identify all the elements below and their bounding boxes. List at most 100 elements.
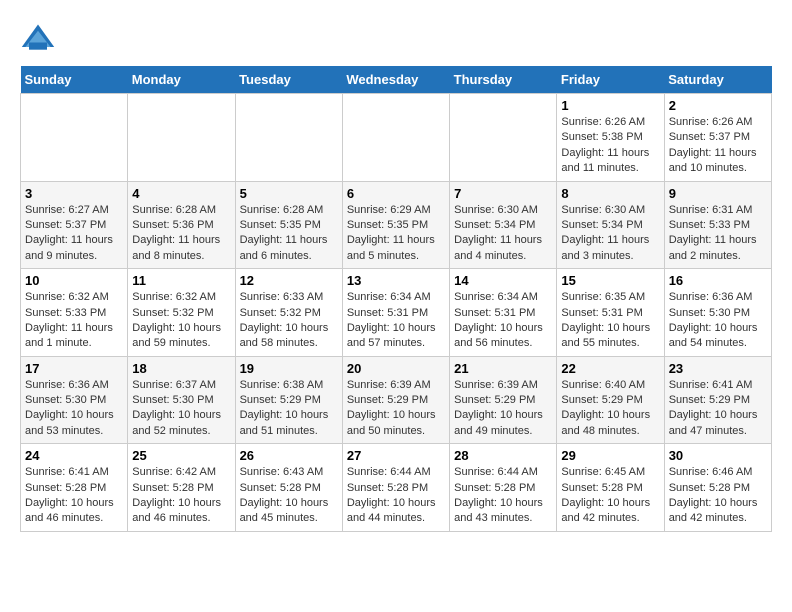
calendar-cell: 1 Sunrise: 6:26 AM Sunset: 5:38 PM Daylig… xyxy=(557,94,664,182)
day-info: Sunrise: 6:28 AM Sunset: 5:36 PM Dayligh… xyxy=(132,203,230,265)
day-info: Sunrise: 6:26 AM Sunset: 5:38 PM Dayligh… xyxy=(561,115,659,177)
day-number: 11 xyxy=(132,273,230,288)
calendar-cell: 29Sunrise: 6:45 AM Sunset: 5:28 PM Dayli… xyxy=(557,444,664,532)
calendar-cell: 5 Sunrise: 6:28 AM Sunset: 5:35 PM Daylig… xyxy=(235,181,342,269)
day-info: Sunrise: 6:37 AM Sunset: 5:30 PM Dayligh… xyxy=(132,378,230,440)
calendar-cell: 6Sunrise: 6:29 AM Sunset: 5:35 PM Daylig… xyxy=(342,181,449,269)
weekday-header-saturday: Saturday xyxy=(664,66,771,94)
day-info: Sunrise: 6:28 AM Sunset: 5:35 PM Dayligh… xyxy=(240,203,338,265)
calendar-cell: 20 Sunrise: 6:39 AM Sunset: 5:29 PM Dayli… xyxy=(342,356,449,444)
calendar-cell: 30Sunrise: 6:46 AM Sunset: 5:28 PM Dayli… xyxy=(664,444,771,532)
day-number: 1 xyxy=(561,98,659,113)
calendar-header-row: SundayMondayTuesdayWednesdayThursdayFrid… xyxy=(21,66,772,94)
day-info: Sunrise: 6:41 AM Sunset: 5:29 PM Dayligh… xyxy=(669,378,767,440)
day-info: Sunrise: 6:36 AM Sunset: 5:30 PM Dayligh… xyxy=(669,290,767,352)
day-info: Sunrise: 6:34 AM Sunset: 5:31 PM Dayligh… xyxy=(454,290,552,352)
day-number: 9 xyxy=(669,186,767,201)
day-number: 4 xyxy=(132,186,230,201)
calendar-cell: 8 Sunrise: 6:30 AM Sunset: 5:34 PM Daylig… xyxy=(557,181,664,269)
calendar-week-row: 17 Sunrise: 6:36 AM Sunset: 5:30 PM Dayli… xyxy=(21,356,772,444)
day-info: Sunrise: 6:34 AM Sunset: 5:31 PM Dayligh… xyxy=(347,290,445,352)
day-number: 18 xyxy=(132,361,230,376)
page-header xyxy=(20,20,772,56)
calendar-cell: 22 Sunrise: 6:40 AM Sunset: 5:29 PM Dayli… xyxy=(557,356,664,444)
calendar-cell: 25 Sunrise: 6:42 AM Sunset: 5:28 PM Dayli… xyxy=(128,444,235,532)
day-number: 29 xyxy=(561,448,659,463)
calendar-week-row: 10 Sunrise: 6:32 AM Sunset: 5:33 PM Dayli… xyxy=(21,269,772,357)
day-info: Sunrise: 6:27 AM Sunset: 5:37 PM Dayligh… xyxy=(25,203,123,265)
day-info: Sunrise: 6:39 AM Sunset: 5:29 PM Dayligh… xyxy=(454,378,552,440)
day-number: 3 xyxy=(25,186,123,201)
weekday-header-wednesday: Wednesday xyxy=(342,66,449,94)
day-info: Sunrise: 6:42 AM Sunset: 5:28 PM Dayligh… xyxy=(132,465,230,527)
calendar-cell: 28Sunrise: 6:44 AM Sunset: 5:28 PM Dayli… xyxy=(450,444,557,532)
calendar-week-row: 1 Sunrise: 6:26 AM Sunset: 5:38 PM Daylig… xyxy=(21,94,772,182)
day-number: 23 xyxy=(669,361,767,376)
calendar-table: SundayMondayTuesdayWednesdayThursdayFrid… xyxy=(20,66,772,532)
calendar-cell: 3 Sunrise: 6:27 AM Sunset: 5:37 PM Daylig… xyxy=(21,181,128,269)
day-info: Sunrise: 6:39 AM Sunset: 5:29 PM Dayligh… xyxy=(347,378,445,440)
day-number: 28 xyxy=(454,448,552,463)
calendar-cell: 13 Sunrise: 6:34 AM Sunset: 5:31 PM Dayli… xyxy=(342,269,449,357)
calendar-cell: 9 Sunrise: 6:31 AM Sunset: 5:33 PM Daylig… xyxy=(664,181,771,269)
day-number: 25 xyxy=(132,448,230,463)
calendar-cell xyxy=(342,94,449,182)
day-number: 27 xyxy=(347,448,445,463)
day-info: Sunrise: 6:38 AM Sunset: 5:29 PM Dayligh… xyxy=(240,378,338,440)
day-info: Sunrise: 6:30 AM Sunset: 5:34 PM Dayligh… xyxy=(561,203,659,265)
day-number: 6 xyxy=(347,186,445,201)
calendar-cell: 21 Sunrise: 6:39 AM Sunset: 5:29 PM Dayli… xyxy=(450,356,557,444)
day-info: Sunrise: 6:31 AM Sunset: 5:33 PM Dayligh… xyxy=(669,203,767,265)
calendar-cell: 18 Sunrise: 6:37 AM Sunset: 5:30 PM Dayli… xyxy=(128,356,235,444)
day-info: Sunrise: 6:46 AM Sunset: 5:28 PM Dayligh… xyxy=(669,465,767,527)
day-info: Sunrise: 6:33 AM Sunset: 5:32 PM Dayligh… xyxy=(240,290,338,352)
calendar-week-row: 24 Sunrise: 6:41 AM Sunset: 5:28 PM Dayli… xyxy=(21,444,772,532)
logo-icon xyxy=(20,20,56,56)
calendar-cell: 11 Sunrise: 6:32 AM Sunset: 5:32 PM Dayli… xyxy=(128,269,235,357)
day-number: 19 xyxy=(240,361,338,376)
day-number: 12 xyxy=(240,273,338,288)
day-info: Sunrise: 6:30 AM Sunset: 5:34 PM Dayligh… xyxy=(454,203,552,265)
weekday-header-thursday: Thursday xyxy=(450,66,557,94)
calendar-cell: 23 Sunrise: 6:41 AM Sunset: 5:29 PM Dayli… xyxy=(664,356,771,444)
day-info: Sunrise: 6:40 AM Sunset: 5:29 PM Dayligh… xyxy=(561,378,659,440)
weekday-header-friday: Friday xyxy=(557,66,664,94)
day-info: Sunrise: 6:26 AM Sunset: 5:37 PM Dayligh… xyxy=(669,115,767,177)
day-info: Sunrise: 6:41 AM Sunset: 5:28 PM Dayligh… xyxy=(25,465,123,527)
day-info: Sunrise: 6:43 AM Sunset: 5:28 PM Dayligh… xyxy=(240,465,338,527)
weekday-header-monday: Monday xyxy=(128,66,235,94)
day-number: 17 xyxy=(25,361,123,376)
calendar-cell: 4 Sunrise: 6:28 AM Sunset: 5:36 PM Daylig… xyxy=(128,181,235,269)
day-number: 8 xyxy=(561,186,659,201)
day-number: 5 xyxy=(240,186,338,201)
day-info: Sunrise: 6:36 AM Sunset: 5:30 PM Dayligh… xyxy=(25,378,123,440)
calendar-cell: 26 Sunrise: 6:43 AM Sunset: 5:28 PM Dayli… xyxy=(235,444,342,532)
day-number: 22 xyxy=(561,361,659,376)
calendar-cell xyxy=(235,94,342,182)
day-number: 13 xyxy=(347,273,445,288)
day-number: 7 xyxy=(454,186,552,201)
day-number: 10 xyxy=(25,273,123,288)
calendar-cell xyxy=(21,94,128,182)
day-number: 20 xyxy=(347,361,445,376)
calendar-cell: 14Sunrise: 6:34 AM Sunset: 5:31 PM Dayli… xyxy=(450,269,557,357)
weekday-header-sunday: Sunday xyxy=(21,66,128,94)
calendar-cell: 17 Sunrise: 6:36 AM Sunset: 5:30 PM Dayli… xyxy=(21,356,128,444)
calendar-week-row: 3 Sunrise: 6:27 AM Sunset: 5:37 PM Daylig… xyxy=(21,181,772,269)
calendar-cell: 7 Sunrise: 6:30 AM Sunset: 5:34 PM Daylig… xyxy=(450,181,557,269)
calendar-cell: 16Sunrise: 6:36 AM Sunset: 5:30 PM Dayli… xyxy=(664,269,771,357)
calendar-cell: 2 Sunrise: 6:26 AM Sunset: 5:37 PM Daylig… xyxy=(664,94,771,182)
calendar-cell: 24 Sunrise: 6:41 AM Sunset: 5:28 PM Dayli… xyxy=(21,444,128,532)
logo xyxy=(20,20,62,56)
day-number: 2 xyxy=(669,98,767,113)
calendar-cell: 12 Sunrise: 6:33 AM Sunset: 5:32 PM Dayli… xyxy=(235,269,342,357)
day-number: 15 xyxy=(561,273,659,288)
day-info: Sunrise: 6:44 AM Sunset: 5:28 PM Dayligh… xyxy=(347,465,445,527)
calendar-cell: 19 Sunrise: 6:38 AM Sunset: 5:29 PM Dayli… xyxy=(235,356,342,444)
day-number: 24 xyxy=(25,448,123,463)
day-info: Sunrise: 6:32 AM Sunset: 5:32 PM Dayligh… xyxy=(132,290,230,352)
day-number: 26 xyxy=(240,448,338,463)
calendar-cell xyxy=(128,94,235,182)
day-number: 21 xyxy=(454,361,552,376)
day-info: Sunrise: 6:32 AM Sunset: 5:33 PM Dayligh… xyxy=(25,290,123,352)
